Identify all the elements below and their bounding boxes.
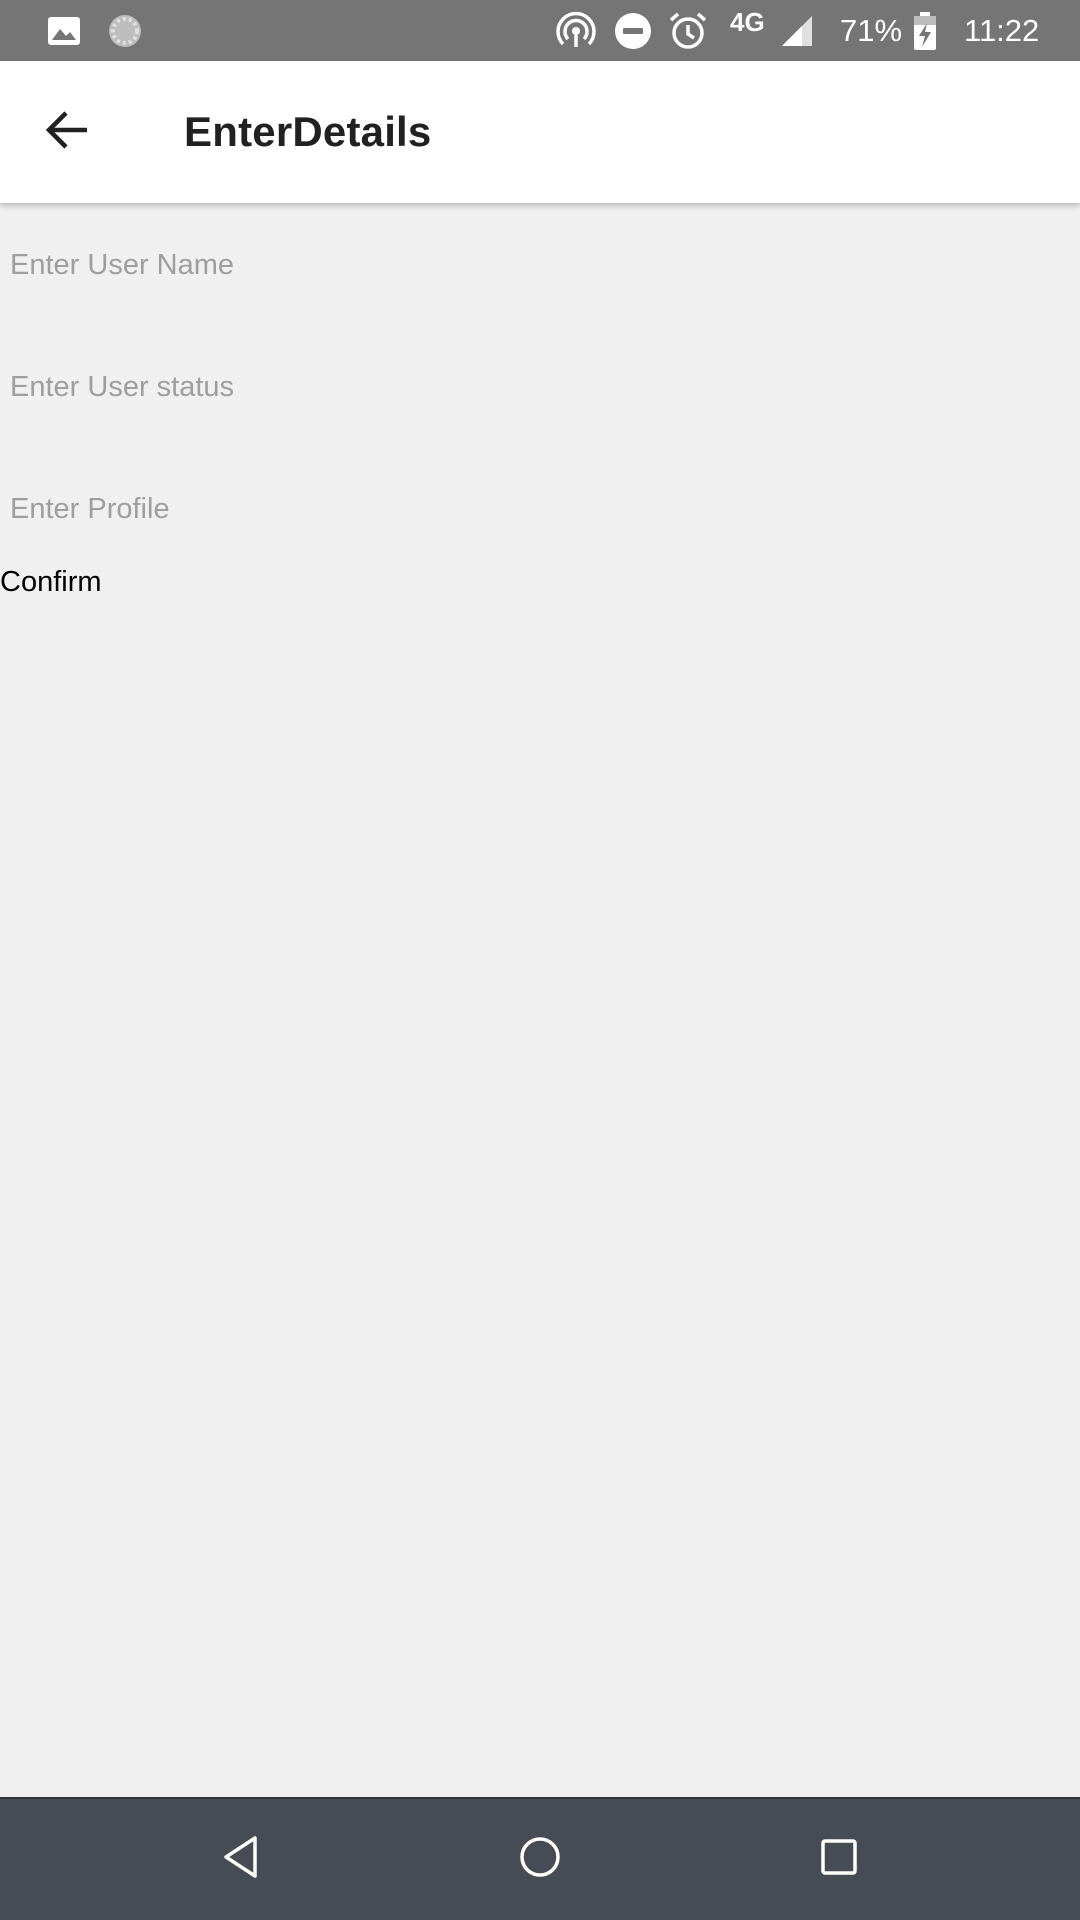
screen: 4G 71% 11:22 EnterDetails Enter User Nam… xyxy=(0,0,1080,1920)
user-name-input[interactable] xyxy=(0,227,1080,303)
status-bar: 4G 71% 11:22 xyxy=(0,0,1080,61)
recents-square-icon xyxy=(819,1837,859,1882)
navigation-bar xyxy=(0,1797,1080,1920)
clock: 11:22 xyxy=(964,12,1040,48)
nav-back-button[interactable] xyxy=(181,1799,301,1920)
hotspot-icon xyxy=(556,0,596,61)
back-button[interactable] xyxy=(24,89,110,175)
profile-input[interactable] xyxy=(0,471,1080,547)
arrow-back-icon xyxy=(45,110,89,155)
network-type: 4G xyxy=(730,7,765,37)
image-icon xyxy=(47,0,81,61)
nav-recents-button[interactable] xyxy=(779,1799,899,1920)
confirm-button[interactable]: Confirm xyxy=(0,566,102,599)
battery-charging-icon xyxy=(912,0,938,61)
page-title: EnterDetails xyxy=(184,108,432,155)
home-circle-icon xyxy=(518,1835,562,1884)
user-status-input[interactable] xyxy=(0,349,1080,425)
nav-home-button[interactable] xyxy=(480,1799,600,1920)
app-bar: EnterDetails xyxy=(0,61,1080,203)
sync-icon xyxy=(107,0,143,61)
back-triangle-icon xyxy=(221,1835,261,1884)
battery-percent: 71% xyxy=(840,12,903,48)
do-not-disturb-icon xyxy=(614,0,652,61)
alarm-icon xyxy=(668,0,708,61)
signal-icon xyxy=(780,0,814,61)
